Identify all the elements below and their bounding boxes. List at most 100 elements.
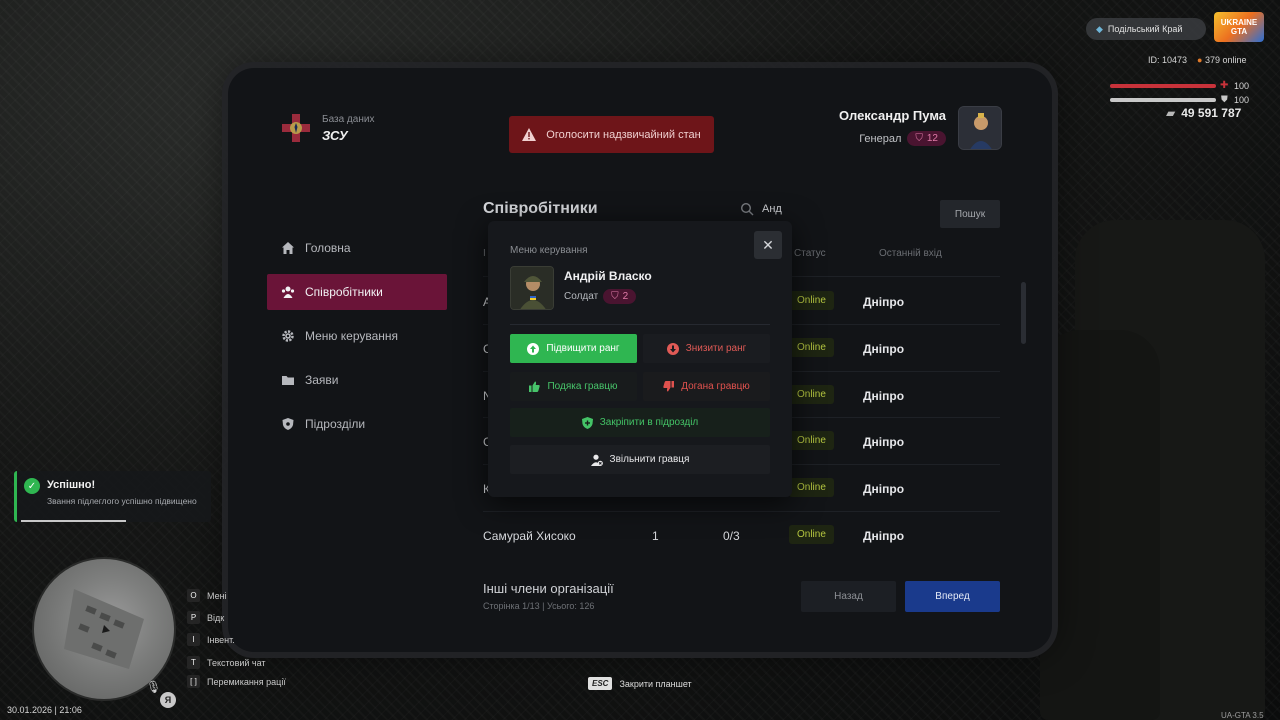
back-button[interactable]: Назад xyxy=(801,581,896,612)
people-icon xyxy=(281,286,295,298)
toast-title: Успішно! xyxy=(47,479,96,491)
warning-icon xyxy=(522,128,537,141)
sidebar-item-divisions[interactable]: Підрозділи xyxy=(267,406,447,442)
sidebar-item-label: Заяви xyxy=(305,373,339,387)
fire-player-button[interactable]: Звільнити гравця xyxy=(510,445,770,474)
sidebar-item-employees[interactable]: Співробітники xyxy=(267,274,447,310)
armor-shield-icon: ⛊ xyxy=(1221,94,1228,104)
key-hint: O Мені xyxy=(187,589,227,602)
key-cap: I xyxy=(187,633,200,646)
check-icon: ✓ xyxy=(24,478,40,494)
emergency-alert-label: Оголосити надзвичайний стан xyxy=(546,128,701,141)
table-scrollbar[interactable] xyxy=(1021,282,1026,344)
row-city: Дніпро xyxy=(863,295,905,309)
column-header-status: Статус xyxy=(794,248,826,259)
search-value: Анд xyxy=(762,203,782,215)
brand-subtitle: База даних xyxy=(322,113,375,125)
arrow-up-circle-icon xyxy=(527,342,540,355)
online-count-row: ● 379 online xyxy=(1197,55,1247,65)
key-hint-label: Інвент. xyxy=(207,634,235,645)
key-hint: [ ] Перемикання рації xyxy=(187,675,286,688)
sidebar-nav: Головна Співробітники Меню керування Зая… xyxy=(267,230,447,450)
rank-shield-icon: ⛉ xyxy=(611,291,619,302)
row-city: Дніпро xyxy=(863,435,905,449)
health-value: 100 xyxy=(1234,81,1250,91)
reprimand-button[interactable]: Догана гравцю xyxy=(643,372,770,401)
arrow-down-circle-icon xyxy=(666,342,679,355)
person-rank-badge: ⛉ 2 xyxy=(603,289,637,304)
key-hint-label: Відк xyxy=(207,612,225,623)
close-tablet-hint: ESC Закрити планшет xyxy=(588,677,692,690)
page-title: Співробітники xyxy=(483,200,598,217)
fire-player-label: Звільнити гравця xyxy=(609,454,690,465)
status-badge: Online xyxy=(789,385,834,404)
close-tablet-label: Закрити планшет xyxy=(619,678,692,689)
row-city: Дніпро xyxy=(863,529,905,543)
rank-shield-icon: ⛉ xyxy=(915,133,923,144)
key-hint: I Інвент. xyxy=(187,633,235,646)
user-avatar[interactable] xyxy=(958,106,1002,150)
next-button[interactable]: Вперед xyxy=(905,581,1000,612)
game-logo: UKRAINE GTA xyxy=(1214,12,1264,42)
user-name: Олександр Пума xyxy=(839,108,946,123)
brand-title: ЗСУ xyxy=(322,127,348,143)
current-user: Олександр Пума Генерал ⛉ 12 xyxy=(839,108,946,146)
user-rank: Генерал xyxy=(859,132,902,145)
control-menu-modal: Меню керування ✕ Андрій Власко Солдат ⛉ … xyxy=(488,221,792,497)
toast-progress-bar xyxy=(21,520,126,522)
modal-title: Меню керування xyxy=(510,245,588,256)
column-header-last-login: Останній вхід xyxy=(879,248,942,259)
health-bar xyxy=(1110,84,1216,88)
armor-bar xyxy=(1110,98,1216,102)
person-rank-level: 2 xyxy=(622,291,629,302)
sidebar-item-label: Підрозділи xyxy=(305,417,366,431)
assign-division-button[interactable]: Закріпити в підрозділ xyxy=(510,408,770,437)
row-divider xyxy=(483,511,1000,512)
reprimand-label: Догана гравцю xyxy=(681,381,750,392)
search-input[interactable]: Анд xyxy=(740,202,782,216)
thumbs-down-icon xyxy=(663,381,675,392)
demote-label: Знизити ранг xyxy=(685,343,747,354)
key-hint-label: Текстовий чат xyxy=(207,657,266,668)
emergency-alert-button[interactable]: Оголосити надзвичайний стан xyxy=(509,116,714,153)
server-badge: ◆ Подільський Край xyxy=(1086,18,1206,40)
sidebar-item-home[interactable]: Головна xyxy=(267,230,447,266)
thanks-button[interactable]: Подяка гравцю xyxy=(510,372,637,401)
online-count: 379 online xyxy=(1204,55,1247,65)
close-button[interactable]: ✕ xyxy=(754,231,782,259)
key-hint-label: Перемикання рації xyxy=(207,676,286,687)
person-avatar xyxy=(510,266,554,310)
version-label: UA-GTA 3.5 xyxy=(1221,711,1264,720)
key-cap: T xyxy=(187,656,200,669)
online-dot-icon: ● xyxy=(1197,55,1203,65)
thumbs-up-icon xyxy=(529,381,541,392)
other-members-title: Інші члени організації xyxy=(483,581,614,596)
divider xyxy=(510,324,770,325)
sidebar-item-applications[interactable]: Заяви xyxy=(267,362,447,398)
demote-button[interactable]: Знизити ранг xyxy=(643,334,770,363)
character-silhouette xyxy=(1040,330,1160,720)
sidebar-item-control-menu[interactable]: Меню керування xyxy=(267,318,447,354)
promote-label: Підвищити ранг xyxy=(546,343,620,354)
zsu-emblem-icon xyxy=(282,114,310,142)
column-header-id: І xyxy=(483,248,486,259)
row-city: Дніпро xyxy=(863,482,905,496)
key-cap: P xyxy=(187,611,200,624)
date-time: 30.01.2026 | 21:06 xyxy=(7,705,82,715)
row-city: Дніпро xyxy=(863,342,905,356)
user-rank-level: 12 xyxy=(926,133,938,144)
person-name: Андрій Власко xyxy=(564,269,652,283)
search-icon xyxy=(740,202,754,216)
search-button[interactable]: Пошук xyxy=(940,200,1000,228)
person-rank: Солдат xyxy=(564,291,599,302)
row-name: Самурай Хисоко xyxy=(483,529,576,543)
status-badge: Online xyxy=(789,431,834,450)
brand: База даних ЗСУ xyxy=(280,112,374,144)
promote-button[interactable]: Підвищити ранг xyxy=(510,334,637,363)
status-badge: Online xyxy=(789,291,834,310)
server-name: Подільський Край xyxy=(1107,24,1183,34)
gear-icon xyxy=(282,330,294,342)
status-badge: Online xyxy=(789,338,834,357)
player-id: ID: 10473 xyxy=(1148,55,1188,65)
key-hint-label: Мені xyxy=(207,590,227,601)
